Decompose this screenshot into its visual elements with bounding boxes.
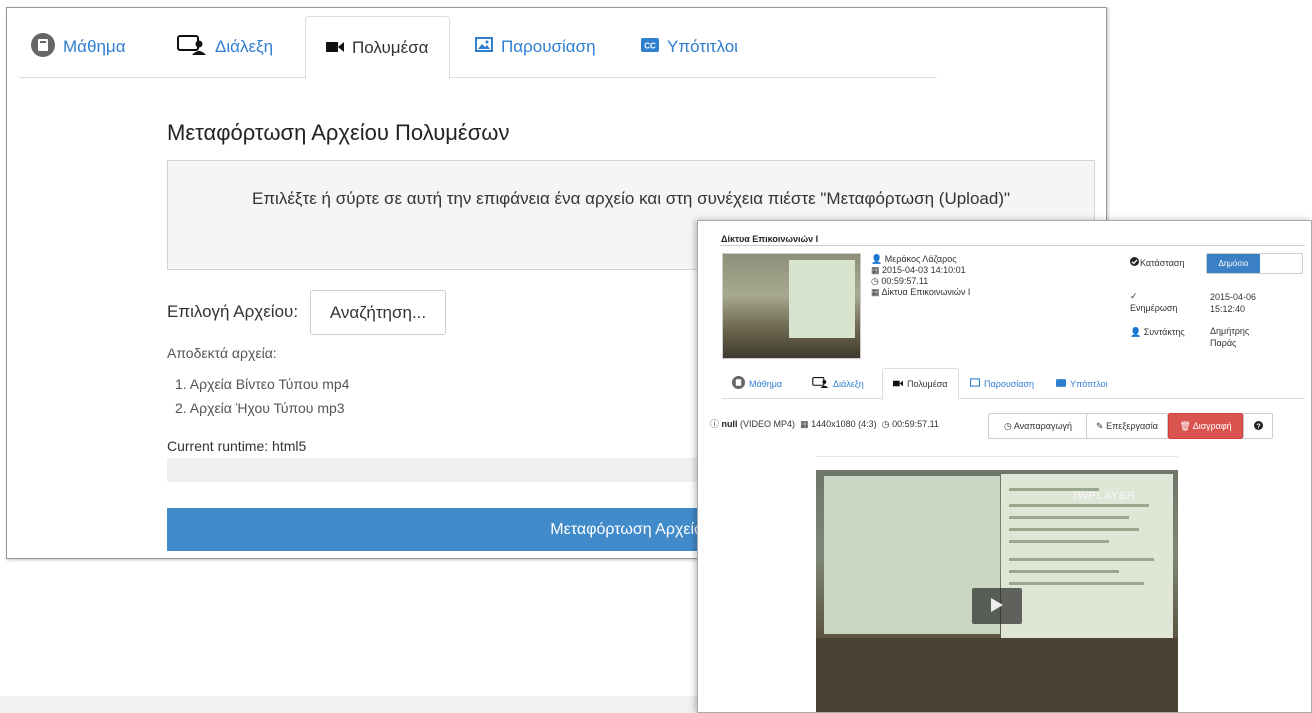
video-camera-icon xyxy=(893,379,903,389)
presenter-icon xyxy=(812,377,829,390)
svg-text:?: ? xyxy=(1256,423,1260,430)
state-value: Δημόσιο xyxy=(1207,254,1260,273)
lecture-date: 2015-04-03 14:10:01 xyxy=(882,265,966,275)
course-title: Δίκτυα Επικοινωνιών Ι xyxy=(721,234,819,244)
play-button[interactable]: ◷ Αναπαραγωγή xyxy=(988,413,1088,439)
wrench-icon: ✎ xyxy=(1096,420,1104,431)
tab-lecture[interactable]: Διάλεξη xyxy=(812,368,864,399)
state-label: Κατάσταση xyxy=(1140,258,1185,268)
page-title: Μεταφόρτωση Αρχείου Πολυμέσων xyxy=(167,120,510,145)
updated-label: Ενημέρωση xyxy=(1130,303,1178,313)
info-icon: ⓘ xyxy=(710,419,720,429)
film-icon: ▦ xyxy=(800,419,809,429)
edit-check-icon: ✓ xyxy=(1130,291,1138,301)
file-duration: 00:59:57.11 xyxy=(892,419,939,429)
closed-captions-icon: CC xyxy=(641,37,659,57)
video-thumbnail[interactable] xyxy=(722,253,861,359)
file-type: (VIDEO MP4) xyxy=(740,419,796,429)
accepted-files-label: Αποδεκτά αρχεία: xyxy=(167,345,277,361)
tab-subtitles[interactable]: Υπότιτλοι xyxy=(1056,368,1108,399)
clock-icon: ◷ xyxy=(881,419,890,429)
tab-course[interactable]: Μάθημα xyxy=(732,368,782,399)
clock-icon: ◷ xyxy=(871,276,879,286)
play-icon xyxy=(990,597,1004,616)
file-name: null xyxy=(721,419,738,429)
help-button[interactable]: ? xyxy=(1243,413,1273,439)
book-icon: ▦ xyxy=(871,287,880,297)
calendar-icon: ▦ xyxy=(871,265,880,275)
state-toggle[interactable]: Δημόσιο xyxy=(1206,253,1303,274)
tab-subtitles[interactable]: CC Υπότιτλοι xyxy=(641,16,738,78)
thumbnail-screen xyxy=(789,260,855,338)
delete-button[interactable]: 🗑 Διαγραφή xyxy=(1168,413,1243,439)
lecture-course: Δίκτυα Επικοινωνιών Ι xyxy=(881,287,971,297)
video-camera-icon xyxy=(326,38,344,58)
detail-tabs: Μάθημα Διάλεξη Πολυμέσα Παρουσίαση Υπότι… xyxy=(722,368,1305,400)
lecture-meta: 👤 Μεράκος Λάζαρος ▦ 2015-04-03 14:10:01 … xyxy=(871,254,970,298)
tab-lecture[interactable]: Διάλεξη xyxy=(177,16,273,78)
presenter-icon xyxy=(177,34,207,60)
book-icon xyxy=(732,376,745,391)
list-item: 2. Αρχεία Ήχου Τύπου mp3 xyxy=(175,400,345,416)
tab-presentation[interactable]: Παρουσίαση xyxy=(970,368,1034,399)
divider xyxy=(816,456,1178,457)
user-icon: 👤 xyxy=(871,254,883,264)
svg-text:CC: CC xyxy=(644,42,656,51)
user-icon: 👤 xyxy=(1130,327,1142,337)
browse-button[interactable]: Αναζήτηση... xyxy=(310,290,446,335)
trash-icon: 🗑 xyxy=(1179,420,1191,431)
updated-value: 2015-04-06 15:12:40 xyxy=(1210,292,1257,314)
media-detail-window: Δίκτυα Επικοινωνιών Ι 👤 Μεράκος Λάζαρος … xyxy=(697,220,1312,713)
question-circle-icon: ? xyxy=(1253,420,1263,432)
list-item: 1. Αρχεία Βίντεο Τύπου mp4 xyxy=(175,376,350,392)
edit-button[interactable]: ✎ Επεξεργασία xyxy=(1086,413,1168,439)
tab-multimedia[interactable]: Πολυμέσα xyxy=(305,16,450,79)
picture-icon xyxy=(475,37,493,57)
video-player[interactable]: JWPLAYER xyxy=(816,470,1178,712)
upload-tabs: Μάθημα Διάλεξη Πολυμέσα Παρουσίαση CC Υπ… xyxy=(19,16,937,79)
author-name: Μεράκος Λάζαρος xyxy=(884,254,957,264)
video-frame-floor xyxy=(816,638,1178,712)
check-circle-icon xyxy=(1130,257,1139,269)
drop-zone-text: Επιλέξτε ή σύρτε σε αυτή την επιφάνεια έ… xyxy=(251,189,1011,208)
play-circle-icon: ◷ xyxy=(1003,420,1012,431)
divider xyxy=(720,245,1305,246)
tab-presentation[interactable]: Παρουσίαση xyxy=(475,16,596,78)
runtime-label: Current runtime: html5 xyxy=(167,438,307,454)
lecture-duration: 00:59:57.11 xyxy=(881,276,929,286)
choose-file-label: Επιλογή Αρχείου: xyxy=(167,302,299,321)
book-icon xyxy=(31,32,55,62)
tab-course[interactable]: Μάθημα xyxy=(31,16,126,78)
editor-label: 👤 Συντάκτης xyxy=(1130,327,1185,337)
accepted-files-list: 1. Αρχεία Βίντεο Τύπου mp4 2. Αρχεία Ήχο… xyxy=(175,372,349,420)
file-resolution: 1440x1080 (4:3) xyxy=(811,419,877,429)
file-info: ⓘ null (VIDEO MP4) ▦ 1440x1080 (4:3) ◷ 0… xyxy=(710,417,939,430)
player-brand-logo: JWPLAYER xyxy=(1071,490,1136,502)
editor-value: Δημήτρης Παράς xyxy=(1210,326,1250,348)
closed-captions-icon xyxy=(1056,378,1066,389)
play-overlay-button[interactable] xyxy=(972,588,1022,624)
picture-icon xyxy=(970,378,980,389)
tab-multimedia[interactable]: Πολυμέσα xyxy=(882,368,959,400)
